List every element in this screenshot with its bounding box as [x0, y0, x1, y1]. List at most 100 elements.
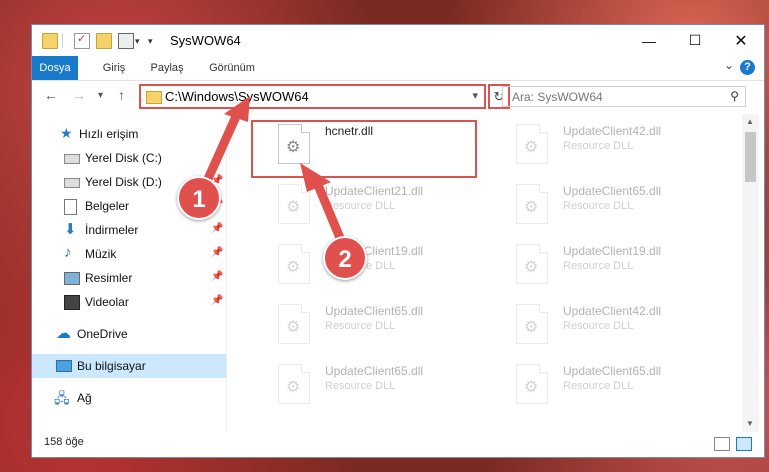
file-description: Resource DLL [563, 140, 634, 152]
file-tile[interactable]: ⚙ UpdateClient42.dll Resource DLL [490, 298, 720, 358]
scroll-down-icon[interactable]: ▼ [746, 419, 754, 428]
sidebar-item-label: Yerel Disk (C:) [85, 151, 162, 165]
expand-ribbon-icon[interactable]: ⌄ [724, 58, 734, 72]
tab-home[interactable]: Giriş [94, 56, 134, 80]
pictures-icon [64, 272, 80, 285]
scroll-up-icon[interactable]: ▲ [746, 117, 754, 126]
title-bar: ▾ ▾ SysWOW64 — ☐ ✕ [32, 25, 764, 56]
large-icons-view-icon[interactable] [736, 437, 752, 451]
dll-file-icon: ⚙ [516, 304, 548, 344]
gear-icon: ⚙ [286, 259, 301, 276]
drive-icon [64, 178, 80, 188]
ribbon-tabs: Dosya Giriş Paylaş Görünüm ⌄ ? [32, 56, 764, 81]
customize-toolbar-icon[interactable]: ▾ [148, 36, 153, 47]
pin-icon[interactable]: 📌 [211, 295, 223, 306]
file-name: UpdateClient65.dll [563, 364, 662, 378]
file-name: UpdateClient65.dll [325, 364, 424, 378]
sidebar-item-network[interactable]: 🖧 Ağ [32, 386, 226, 410]
forward-icon[interactable]: → [72, 87, 86, 103]
tab-share[interactable]: Paylaş [145, 56, 189, 80]
sidebar-item-label: Hızlı erişim [79, 127, 139, 141]
dll-file-icon: ⚙ [278, 364, 310, 404]
back-icon[interactable]: ← [44, 87, 58, 103]
navigation-bar: ← → ▾ ↑ C:\Windows\SysWOW64 ▾ ↻ Ara: Sys… [32, 80, 764, 114]
sidebar-item-disk-c[interactable]: Yerel Disk (C:) [32, 146, 226, 170]
drive-icon [64, 154, 80, 164]
close-button[interactable]: ✕ [718, 25, 764, 56]
minimize-button[interactable]: — [626, 25, 672, 56]
pin-icon[interactable]: 📌 [211, 247, 223, 258]
file-name: UpdateClient65.dll [325, 304, 424, 318]
file-tile[interactable]: ⚙ UpdateClient65.dll Resource DLL [490, 178, 720, 238]
vertical-scrollbar[interactable]: ▲ ▼ [742, 114, 759, 432]
dll-file-icon: ⚙ [278, 304, 310, 344]
navigation-pane: ★ Hızlı erişim Yerel Disk (C:) Yerel Dis… [32, 114, 226, 432]
details-view-icon[interactable] [714, 437, 730, 451]
documents-icon [64, 199, 77, 215]
sidebar-item-label: Videolar [85, 295, 129, 309]
chevron-down-icon[interactable]: ▾ [472, 89, 478, 102]
help-icon[interactable]: ? [740, 60, 755, 75]
divider [62, 33, 63, 48]
file-tile[interactable]: ⚙ UpdateClient65.dll Resource DLL [490, 358, 720, 418]
sidebar-item-label: İndirmeler [85, 223, 139, 237]
file-description: Resource DLL [325, 380, 396, 392]
file-highlight-box [251, 120, 477, 178]
tab-view[interactable]: Görünüm [202, 56, 262, 80]
folder-icon [146, 91, 162, 104]
file-description: Resource DLL [325, 320, 396, 332]
search-input[interactable]: Ara: SysWOW64 ⚲ [502, 86, 746, 107]
file-tile[interactable]: ⚙ UpdateClient21.dll Resource DLL [252, 178, 482, 238]
scrollbar-thumb[interactable] [745, 132, 756, 182]
tab-file[interactable]: Dosya [32, 56, 78, 80]
sidebar-item-pictures[interactable]: Resimler 📌 [32, 266, 226, 290]
file-description: Resource DLL [563, 260, 634, 272]
search-icon: ⚲ [730, 89, 739, 103]
file-name: UpdateClient19.dll [563, 244, 662, 258]
maximize-button[interactable]: ☐ [672, 25, 718, 56]
dll-file-icon: ⚙ [516, 184, 548, 224]
chevron-down-icon[interactable]: ▾ [135, 36, 140, 47]
pin-icon[interactable]: 📌 [211, 271, 223, 282]
sidebar-item-label: Bu bilgisayar [77, 359, 146, 373]
sidebar-item-music[interactable]: ♪ Müzik 📌 [32, 242, 226, 266]
sidebar-item-label: Belgeler [85, 199, 130, 213]
gear-icon: ⚙ [286, 379, 301, 396]
file-name: UpdateClient21.dll [325, 184, 424, 198]
pin-icon[interactable]: 📌 [211, 223, 223, 234]
folder-icon [42, 33, 58, 49]
file-tile[interactable]: ⚙ UpdateClient65.dll Resource DLL [252, 358, 482, 418]
file-tile[interactable]: ⚙ UpdateClient19.dll Resource DLL [252, 238, 482, 298]
computer-icon [56, 360, 72, 372]
address-bar[interactable]: C:\Windows\SysWOW64 ▾ [139, 84, 486, 109]
file-description: Resource DLL [563, 380, 634, 392]
sidebar-item-downloads[interactable]: ⬇ İndirmeler 📌 [32, 218, 226, 242]
dll-file-icon: ⚙ [516, 124, 548, 164]
sidebar-item-this-pc[interactable]: Bu bilgisayar [32, 354, 226, 378]
dll-file-icon: ⚙ [516, 364, 548, 404]
step-badge-1: 1 [177, 176, 221, 220]
sidebar-item-label: Resimler [85, 271, 133, 285]
sidebar-item-onedrive[interactable]: ☁ OneDrive [32, 322, 226, 346]
new-folder-icon[interactable] [96, 33, 112, 49]
gear-icon: ⚙ [286, 199, 301, 216]
file-tile[interactable]: ⚙ UpdateClient65.dll Resource DLL [252, 298, 482, 358]
search-placeholder: Ara: SysWOW64 [512, 90, 603, 104]
sidebar-item-quick-access[interactable]: ★ Hızlı erişim [32, 122, 226, 146]
up-icon[interactable]: ↑ [118, 87, 125, 103]
network-icon: 🖧 [54, 390, 70, 406]
file-tile[interactable]: ⚙ UpdateClient19.dll Resource DLL [490, 238, 720, 298]
videos-icon [64, 295, 80, 310]
sidebar-item-videos[interactable]: Videolar 📌 [32, 290, 226, 314]
properties-check-icon[interactable] [74, 32, 90, 49]
sidebar-item-label: OneDrive [77, 327, 128, 341]
music-icon: ♪ [64, 244, 72, 261]
explorer-window: ▾ ▾ SysWOW64 — ☐ ✕ Dosya Giriş Paylaş Gö… [31, 24, 765, 458]
quick-access-customize-icon[interactable] [118, 33, 134, 49]
sidebar-item-label: Müzik [85, 247, 117, 261]
dll-file-icon: ⚙ [278, 244, 310, 284]
file-tile[interactable]: ⚙ UpdateClient42.dll Resource DLL [490, 118, 720, 178]
gear-icon: ⚙ [524, 139, 539, 156]
recent-locations-icon[interactable]: ▾ [98, 90, 103, 101]
file-description: Resource DLL [563, 320, 634, 332]
